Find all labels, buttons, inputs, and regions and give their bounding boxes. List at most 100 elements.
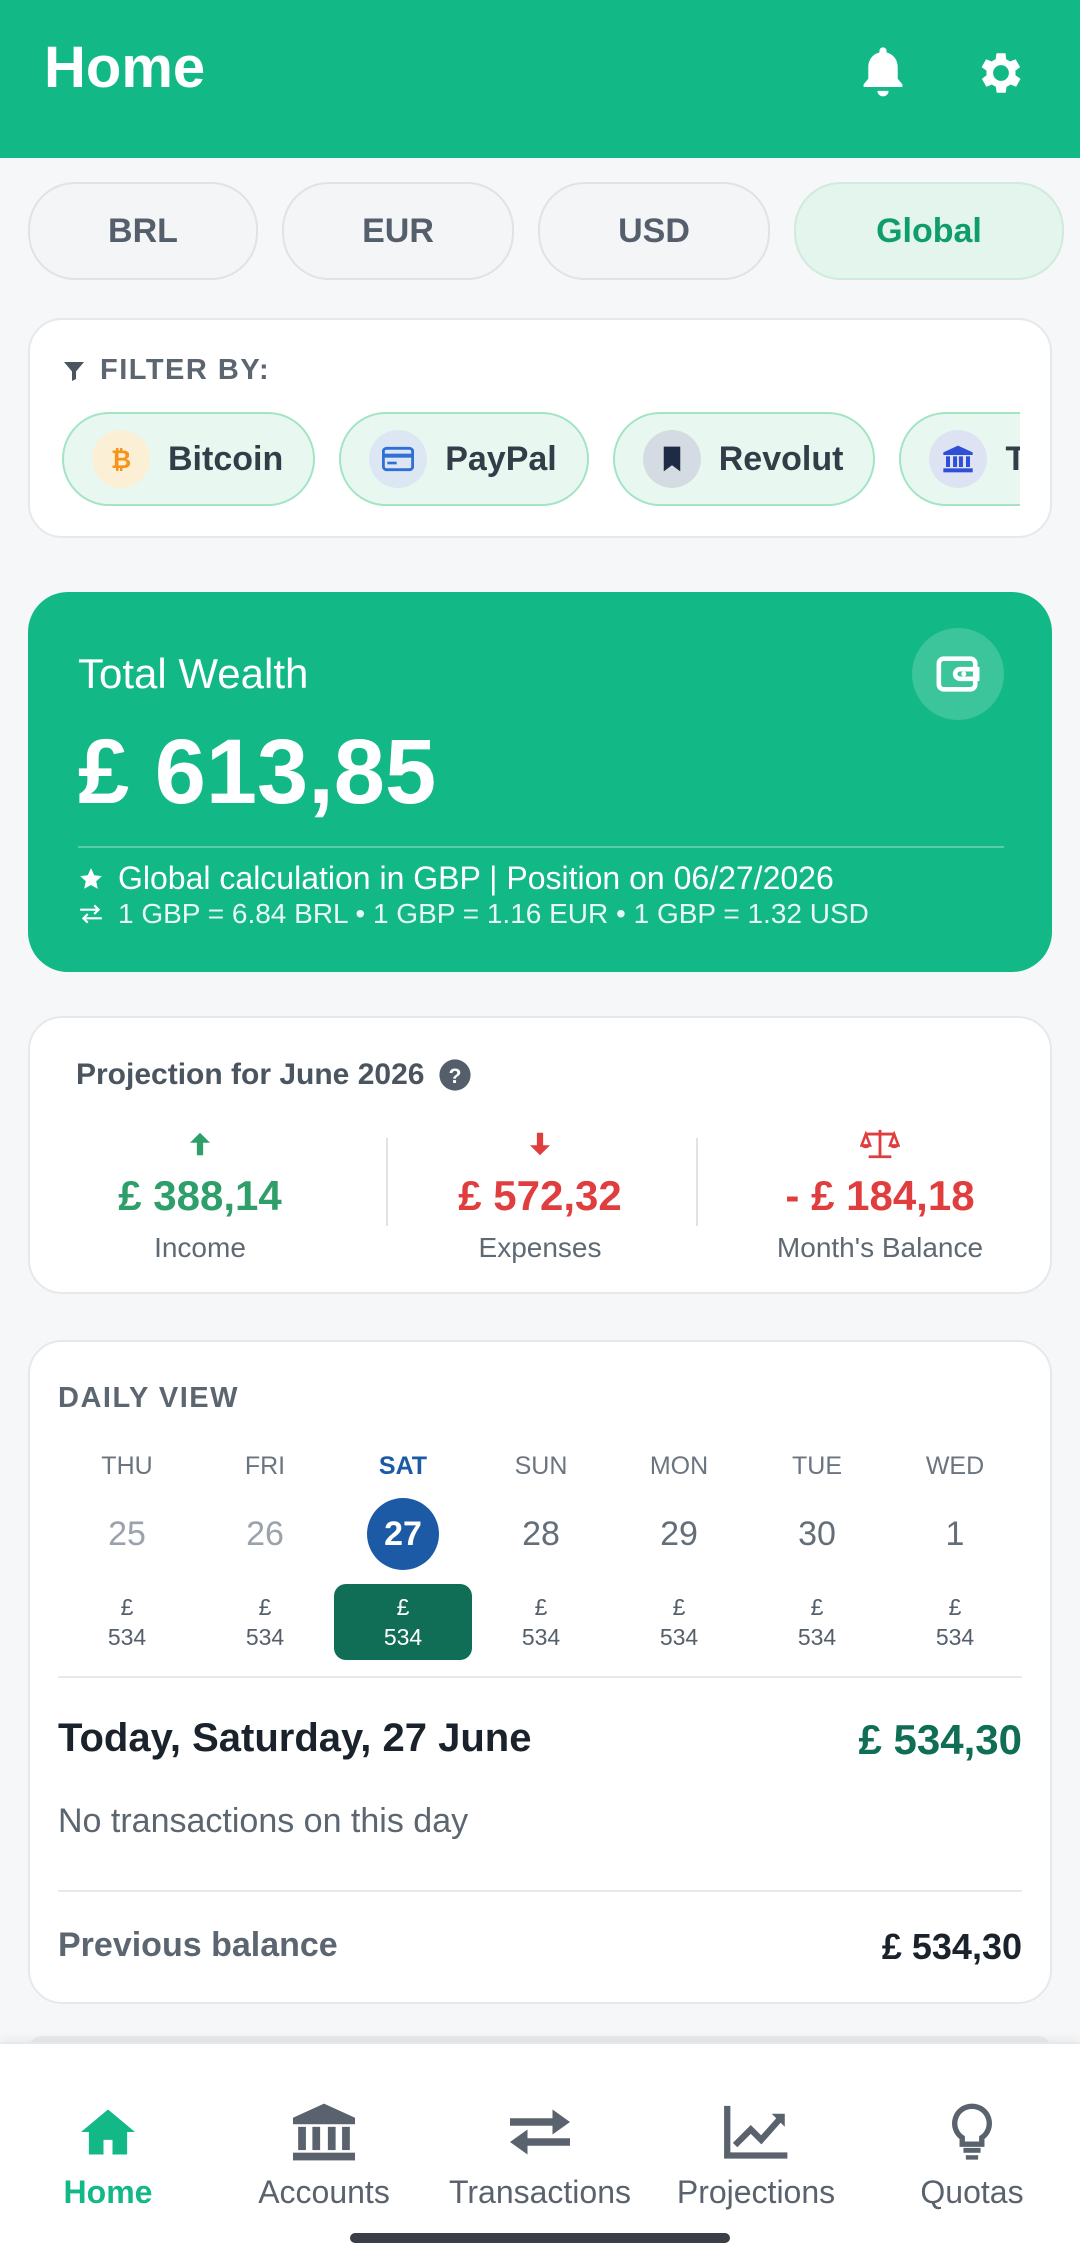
day-number: 30 (798, 1515, 836, 1553)
day-number: 27 (367, 1498, 439, 1570)
divider (696, 1138, 698, 1226)
empty-state-text: No transactions on this day (58, 1802, 469, 1840)
svg-text:₿: ₿ (111, 445, 131, 474)
help-icon[interactable]: ? (438, 1058, 472, 1092)
income-value: £ 388,14 (118, 1172, 282, 1219)
tab-global[interactable]: Global (794, 182, 1064, 280)
divider (58, 1890, 1022, 1892)
income-column: £ 388,14 Income (30, 1122, 370, 1264)
filter-card: FILTER BY: ₿ Bitcoin PayPal Revolut (28, 318, 1052, 538)
tab-usd[interactable]: USD (538, 182, 770, 280)
bitcoin-icon: ₿ (92, 430, 150, 488)
projection-title: Projection for June 2026 ? (76, 1058, 472, 1092)
wallet-icon[interactable] (912, 628, 1004, 720)
star-icon (80, 867, 102, 889)
day-balance: £534 (886, 1584, 1024, 1660)
day-balance-amount: 534 (383, 1624, 423, 1650)
trend-chart-icon (648, 2098, 864, 2166)
day-balance-amount: 534 (521, 1624, 561, 1650)
day-balance-amount: 534 (107, 1624, 147, 1650)
day-name: WED (925, 1452, 985, 1480)
nav-label: Home (63, 2174, 153, 2210)
day-name: FRI (244, 1452, 286, 1480)
day-name: SUN (514, 1452, 568, 1480)
day-balance-currency: £ (120, 1594, 134, 1620)
day-number: 1 (945, 1515, 965, 1553)
app-bar: Home (0, 0, 1080, 158)
nav-label: Quotas (920, 2174, 1024, 2210)
gesture-bar (350, 2233, 730, 2243)
day-balance-amount: 534 (659, 1624, 699, 1650)
expenses-column: £ 572,32 Expenses (370, 1122, 710, 1264)
total-wealth-card: Total Wealth £ 613,85 Global calculation… (28, 592, 1052, 972)
total-wealth-label: Total Wealth (78, 650, 309, 697)
filter-heading: FILTER BY: (62, 354, 270, 387)
bank-icon (216, 2098, 432, 2166)
nav-label: Accounts (258, 2174, 390, 2210)
nav-transactions[interactable]: Transactions (432, 2098, 648, 2211)
nav-home[interactable]: Home (0, 2098, 216, 2211)
daily-view-card: DAILY VIEW THU 25 £534 FRI 26 £534 SAT 2… (28, 1340, 1052, 2004)
expenses-label: Expenses (478, 1232, 602, 1263)
day-balance-amount: 534 (935, 1624, 975, 1650)
bank-icon (929, 430, 988, 488)
currency-tabs: BRL EUR USD Global (28, 182, 1064, 280)
bell-icon[interactable] (848, 38, 918, 108)
filter-chip-label: Tes (1005, 440, 1020, 479)
filter-icon (64, 361, 84, 381)
gear-icon[interactable] (966, 38, 1036, 108)
svg-text:?: ? (449, 1064, 462, 1088)
day-sun[interactable]: SUN 28 £534 (472, 1446, 610, 1660)
filter-chip-revolut[interactable]: Revolut (612, 412, 876, 506)
exchange-icon (80, 904, 102, 924)
transfer-arrows-icon (432, 2098, 648, 2166)
page-title: Home (44, 35, 206, 100)
day-number: 28 (522, 1515, 560, 1553)
day-mon[interactable]: MON 29 £534 (610, 1446, 748, 1660)
day-wed[interactable]: WED 1 £534 (886, 1446, 1024, 1660)
exchange-rates: 1 GBP = 6.84 BRL • 1 GBP = 1.16 EUR • 1 … (78, 898, 869, 930)
filter-chip-paypal[interactable]: PayPal (339, 412, 589, 506)
filter-chip-label: Revolut (718, 439, 844, 478)
filter-chip-label: Bitcoin (168, 439, 284, 478)
day-sat-selected[interactable]: SAT 27 £534 (334, 1446, 472, 1660)
income-label: Income (154, 1232, 246, 1263)
balance-column: - £ 184,18 Month's Balance (710, 1122, 1050, 1264)
day-name: SAT (378, 1452, 428, 1480)
day-fri[interactable]: FRI 26 £534 (196, 1446, 334, 1660)
filter-chip-row[interactable]: ₿ Bitcoin PayPal Revolut Tes (62, 412, 1020, 512)
day-tue[interactable]: TUE 30 £534 (748, 1446, 886, 1660)
total-wealth-amount: £ 613,85 (78, 721, 437, 823)
day-balance-amount: 534 (797, 1624, 837, 1650)
filter-chip-tes[interactable]: Tes (899, 412, 1020, 506)
bookmark-icon (642, 430, 701, 488)
bottom-nav: Home Accounts Transactions Projections Q… (0, 2042, 1080, 2258)
lightbulb-icon (864, 2098, 1080, 2166)
day-balance: £534 (196, 1584, 334, 1660)
card-icon (369, 430, 428, 488)
nav-quotas[interactable]: Quotas (864, 2098, 1080, 2211)
nav-accounts[interactable]: Accounts (216, 2098, 432, 2211)
filter-chip-bitcoin[interactable]: ₿ Bitcoin (62, 412, 316, 506)
expenses-value: £ 572,32 (458, 1172, 622, 1219)
tab-eur[interactable]: EUR (282, 182, 514, 280)
filter-chip-label: PayPal (445, 439, 557, 478)
day-balance: £534 (748, 1584, 886, 1660)
projection-title-label: Projection for June 2026 (76, 1058, 425, 1091)
day-balance-currency: £ (258, 1594, 272, 1620)
day-balance-currency: £ (948, 1594, 962, 1620)
day-balance: £534 (58, 1584, 196, 1660)
home-icon (0, 2098, 216, 2166)
arrow-up-icon (30, 1122, 370, 1166)
scale-icon (710, 1122, 1050, 1166)
day-thu[interactable]: THU 25 £534 (58, 1446, 196, 1660)
balance-value: - £ 184,18 (785, 1172, 975, 1219)
day-balance: £534 (334, 1584, 472, 1660)
divider (78, 846, 1004, 848)
exchange-rates-text: 1 GBP = 6.84 BRL • 1 GBP = 1.16 EUR • 1 … (118, 898, 869, 929)
wealth-note: Global calculation in GBP | Position on … (78, 860, 834, 897)
tab-brl[interactable]: BRL (28, 182, 258, 280)
day-balance: £534 (610, 1584, 748, 1660)
day-number: 26 (246, 1515, 284, 1553)
nav-projections[interactable]: Projections (648, 2098, 864, 2211)
